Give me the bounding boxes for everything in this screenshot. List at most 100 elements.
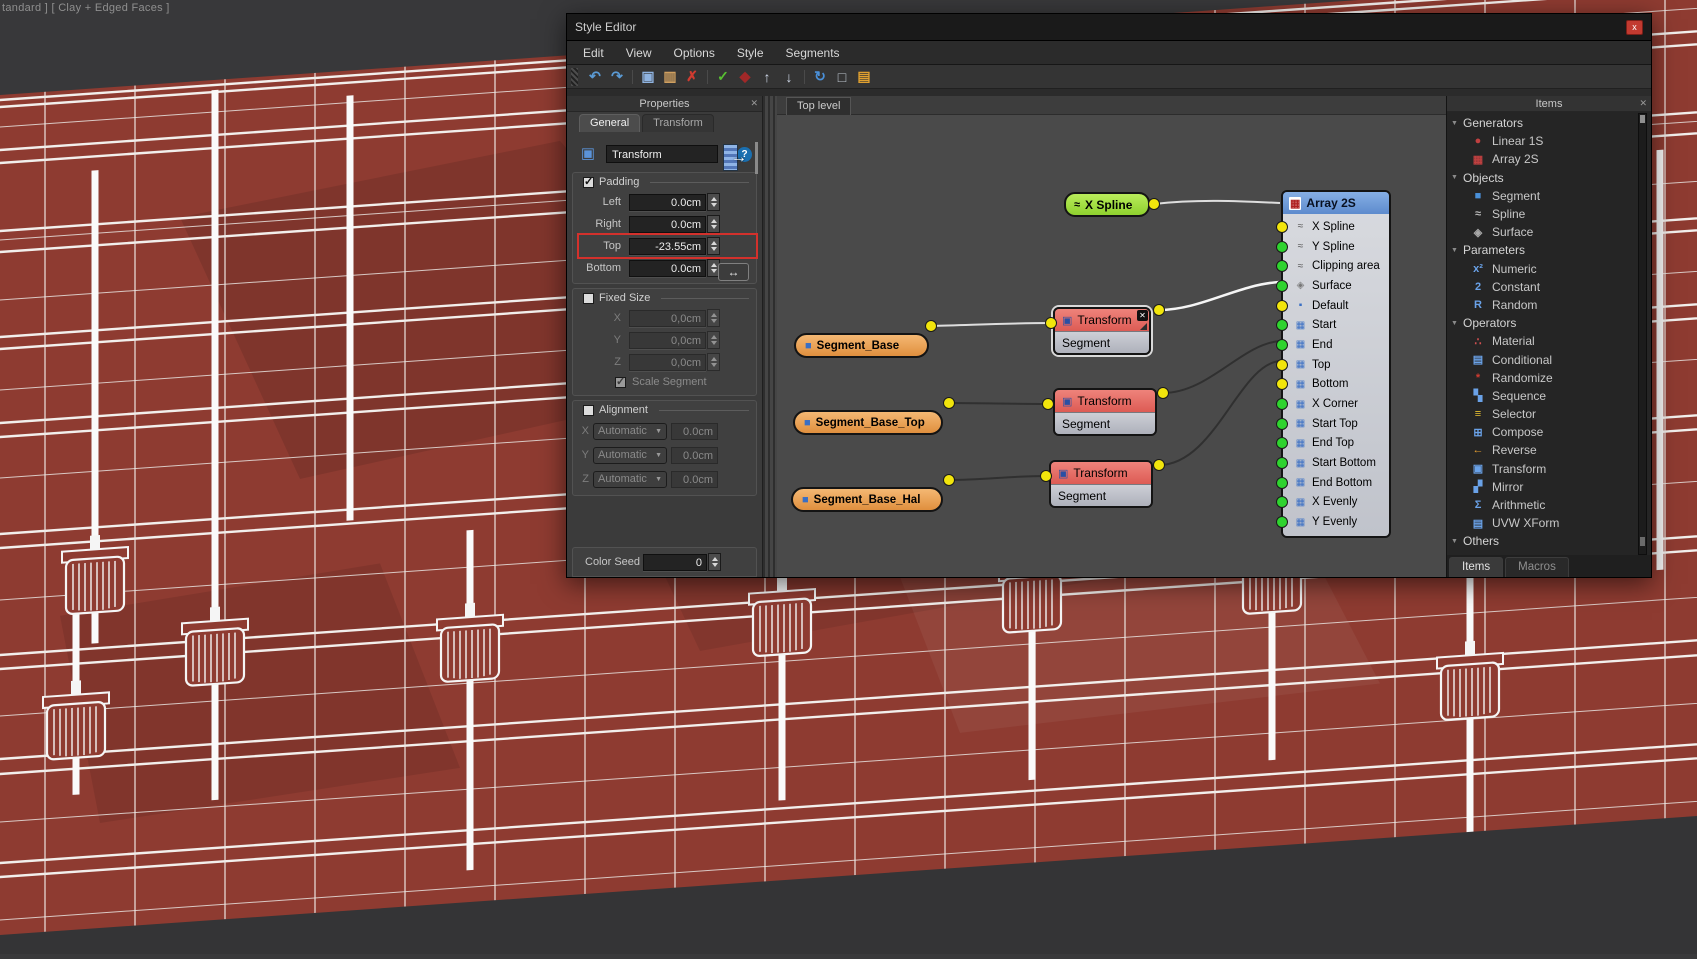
- node-name-input[interactable]: Transform: [606, 145, 718, 163]
- paste-icon[interactable]: ▥: [659, 67, 681, 87]
- scale-segment-checkbox[interactable]: [615, 377, 626, 388]
- scrollbar-thumb-bottom[interactable]: [1640, 537, 1645, 546]
- items-scrollbar[interactable]: [1638, 113, 1647, 555]
- collapse-triangle-icon[interactable]: ▼: [1451, 538, 1459, 545]
- input-port[interactable]: [1276, 339, 1288, 351]
- node-close-icon[interactable]: ✕: [1137, 310, 1148, 321]
- input-port[interactable]: [1042, 398, 1054, 410]
- check-style-icon[interactable]: ✓: [712, 67, 734, 87]
- input-port[interactable]: [1276, 319, 1288, 331]
- array-input-row[interactable]: ▦ End Top: [1283, 434, 1389, 454]
- collapse-triangle-icon[interactable]: ▼: [1451, 247, 1459, 254]
- tree-row[interactable]: ▼ ● Linear 1S: [1447, 132, 1635, 150]
- tree-row[interactable]: ▼ ■ Segment: [1447, 187, 1635, 205]
- alignment-select[interactable]: Automatic ▼: [593, 471, 667, 488]
- array-input-row[interactable]: ▦ X Evenly: [1283, 493, 1389, 513]
- node-transform[interactable]: ▣ Transform ✕ Segment: [1049, 460, 1153, 508]
- spinner[interactable]: [707, 237, 720, 255]
- node-x-spline[interactable]: ≈ X Spline: [1064, 192, 1150, 217]
- array-input-row[interactable]: ▦ X Corner: [1283, 394, 1389, 414]
- tree-row[interactable]: ▼ Operators: [1447, 314, 1635, 332]
- value-field[interactable]: 0.0cm: [671, 423, 718, 440]
- node-segment[interactable]: ■ Segment_Base_Top: [793, 410, 943, 435]
- input-port[interactable]: [1276, 418, 1288, 430]
- toolbar-grip[interactable]: [571, 68, 578, 86]
- collapse-triangle-icon[interactable]: ▼: [1451, 320, 1459, 327]
- tab-general[interactable]: General: [579, 114, 640, 132]
- spinner[interactable]: [707, 193, 720, 211]
- tree-row[interactable]: ▼ ▦ Array 2S: [1447, 150, 1635, 168]
- output-port[interactable]: [943, 474, 955, 486]
- properties-header[interactable]: Properties ✕: [567, 96, 762, 112]
- tree-row[interactable]: ▼ ◈ Surface: [1447, 223, 1635, 241]
- spinner[interactable]: [707, 215, 720, 233]
- tab-macros[interactable]: Macros: [1505, 557, 1569, 577]
- array-input-row[interactable]: ▦ Start Bottom: [1283, 453, 1389, 473]
- alignment-select[interactable]: Automatic ▼: [593, 447, 667, 464]
- output-port[interactable]: [1148, 198, 1160, 210]
- collapse-bottom-icon[interactable]: ↓: [778, 67, 800, 87]
- array-input-row[interactable]: ▦ Bottom: [1283, 375, 1389, 395]
- node-canvas[interactable]: ≈ X Spline ■ Segment_Base ■ Segment_Base…: [777, 115, 1448, 577]
- value-field[interactable]: 0.0cm: [629, 260, 706, 277]
- tree-row[interactable]: ▼ Objects: [1447, 169, 1635, 187]
- node-segment[interactable]: ■ Segment_Base: [794, 333, 929, 358]
- node-editor[interactable]: Top level ≈ X Spline ■ Segment_Base: [777, 96, 1448, 577]
- redo-icon[interactable]: ↷: [606, 67, 628, 87]
- alignment-checkbox[interactable]: [583, 405, 594, 416]
- copy-icon[interactable]: ▣: [637, 67, 659, 87]
- tree-row[interactable]: ▼ Generators: [1447, 114, 1635, 132]
- value-field[interactable]: 0.0cm: [671, 447, 718, 464]
- tree-row[interactable]: ▼ Parameters: [1447, 241, 1635, 259]
- output-port[interactable]: [1153, 304, 1165, 316]
- array-input-row[interactable]: ≈ Y Spline: [1283, 237, 1389, 257]
- input-port[interactable]: [1045, 317, 1057, 329]
- spinner[interactable]: [707, 353, 720, 371]
- tree-row[interactable]: ▼ ← Reverse: [1447, 441, 1635, 459]
- input-port[interactable]: [1276, 457, 1288, 469]
- output-port[interactable]: [925, 320, 937, 332]
- panel-splitter[interactable]: [763, 96, 777, 577]
- input-port[interactable]: [1276, 477, 1288, 489]
- array-input-row[interactable]: ▦ Top: [1283, 355, 1389, 375]
- input-port[interactable]: [1276, 359, 1288, 371]
- node-segment[interactable]: ■ Segment_Base_Hal: [791, 487, 943, 512]
- input-port[interactable]: [1276, 516, 1288, 528]
- color-seed-field[interactable]: 0: [643, 554, 707, 571]
- array-input-row[interactable]: ▦ End: [1283, 335, 1389, 355]
- node-array-2s[interactable]: ▦ Array 2S ≈ X Spline ≈ Y Spline: [1281, 190, 1391, 538]
- auto-update-icon[interactable]: ◆: [734, 67, 756, 87]
- value-field[interactable]: -23.55cm: [629, 238, 706, 255]
- input-port[interactable]: [1276, 398, 1288, 410]
- node-transform[interactable]: ▣ Transform ✕ Segment: [1053, 307, 1151, 355]
- array-input-row[interactable]: ≈ X Spline: [1283, 217, 1389, 237]
- tree-row[interactable]: ▼ ⊞ Compose: [1447, 423, 1635, 441]
- tree-row[interactable]: ▼ ▣ Transform: [1447, 460, 1635, 478]
- input-port[interactable]: [1276, 280, 1288, 292]
- input-port[interactable]: [1276, 378, 1288, 390]
- output-port[interactable]: [1153, 459, 1165, 471]
- fixed-size-checkbox[interactable]: [583, 293, 594, 304]
- tree-row[interactable]: ▼ ∴ Material: [1447, 332, 1635, 350]
- array-input-row[interactable]: ≈ Clipping area: [1283, 256, 1389, 276]
- menu-options[interactable]: Options: [663, 43, 724, 63]
- tab-top-level[interactable]: Top level: [786, 97, 851, 115]
- array-input-row[interactable]: ▦ Start: [1283, 315, 1389, 335]
- tree-row[interactable]: ▼ ≈ Spline: [1447, 205, 1635, 223]
- menu-style[interactable]: Style: [727, 43, 774, 63]
- input-port[interactable]: [1276, 260, 1288, 272]
- tree-row[interactable]: ▼ ▤ UVW XForm: [1447, 514, 1635, 532]
- undo-icon[interactable]: ↶: [584, 67, 606, 87]
- padding-checkbox[interactable]: [583, 177, 594, 188]
- tab-items[interactable]: Items: [1449, 557, 1503, 577]
- tree-row[interactable]: ▼ x² Numeric: [1447, 260, 1635, 278]
- scrollbar-thumb[interactable]: [1640, 115, 1645, 123]
- window-close-button[interactable]: x: [1626, 20, 1643, 35]
- tree-row[interactable]: ▼ Others: [1447, 532, 1635, 550]
- value-field[interactable]: 0,0cm: [629, 354, 706, 371]
- array-input-row[interactable]: ▦ End Bottom: [1283, 473, 1389, 493]
- tree-row[interactable]: ▼ * Randomize: [1447, 369, 1635, 387]
- tree-row[interactable]: ▼ Σ Arithmetic: [1447, 496, 1635, 514]
- array-input-row[interactable]: ▦ Start Top: [1283, 414, 1389, 434]
- array-input-row[interactable]: ▦ Y Evenly: [1283, 512, 1389, 532]
